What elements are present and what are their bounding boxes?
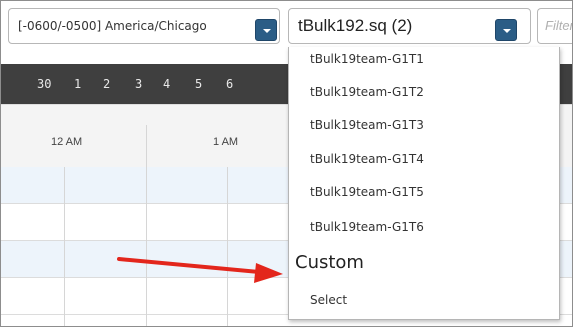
filter-input[interactable]: Filter — [537, 8, 573, 44]
day-label[interactable]: 6 — [226, 64, 233, 104]
team-option[interactable]: tBulk19team-G1T6 — [289, 211, 542, 244]
team-option[interactable]: tBulk19team-G1T3 — [289, 109, 542, 142]
custom-group-label: Custom — [295, 252, 364, 273]
scheduler-panel: [-0600/-0500] America/Chicago tBulk192.s… — [0, 0, 573, 327]
day-label[interactable]: 2 — [103, 64, 110, 104]
filter-placeholder: Filter — [545, 18, 573, 33]
filter-bar: [-0600/-0500] America/Chicago tBulk192.s… — [1, 1, 573, 51]
column-divider — [64, 167, 65, 326]
custom-select-option[interactable]: Select — [289, 284, 542, 317]
team-option[interactable]: tBulk19team-G1T2 — [289, 76, 542, 109]
team-option[interactable]: tBulk19team-G1T1 — [289, 47, 542, 76]
column-divider — [227, 167, 228, 326]
timezone-value: [-0600/-0500] America/Chicago — [18, 19, 207, 33]
column-divider — [146, 167, 147, 326]
team-value: tBulk192.sq (2) — [298, 16, 413, 35]
day-label[interactable]: 30 — [37, 64, 51, 104]
team-dropdown-list[interactable]: tBulk19team-G1T1 tBulk19team-G1T2 tBulk1… — [288, 47, 560, 320]
hour-label: 12 AM — [51, 136, 83, 148]
day-label[interactable]: 4 — [163, 64, 170, 104]
team-option[interactable]: tBulk19team-G1T5 — [289, 176, 542, 209]
day-label[interactable]: 1 — [74, 64, 81, 104]
chevron-down-icon[interactable] — [495, 19, 517, 41]
hour-label: 1 AM — [213, 136, 239, 148]
team-select[interactable]: tBulk192.sq (2) — [288, 8, 531, 44]
chevron-down-icon[interactable] — [255, 19, 277, 41]
day-label[interactable]: 3 — [135, 64, 142, 104]
day-label[interactable]: 5 — [195, 64, 202, 104]
timezone-select[interactable]: [-0600/-0500] America/Chicago — [8, 8, 280, 44]
team-option[interactable]: tBulk19team-G1T4 — [289, 143, 542, 176]
